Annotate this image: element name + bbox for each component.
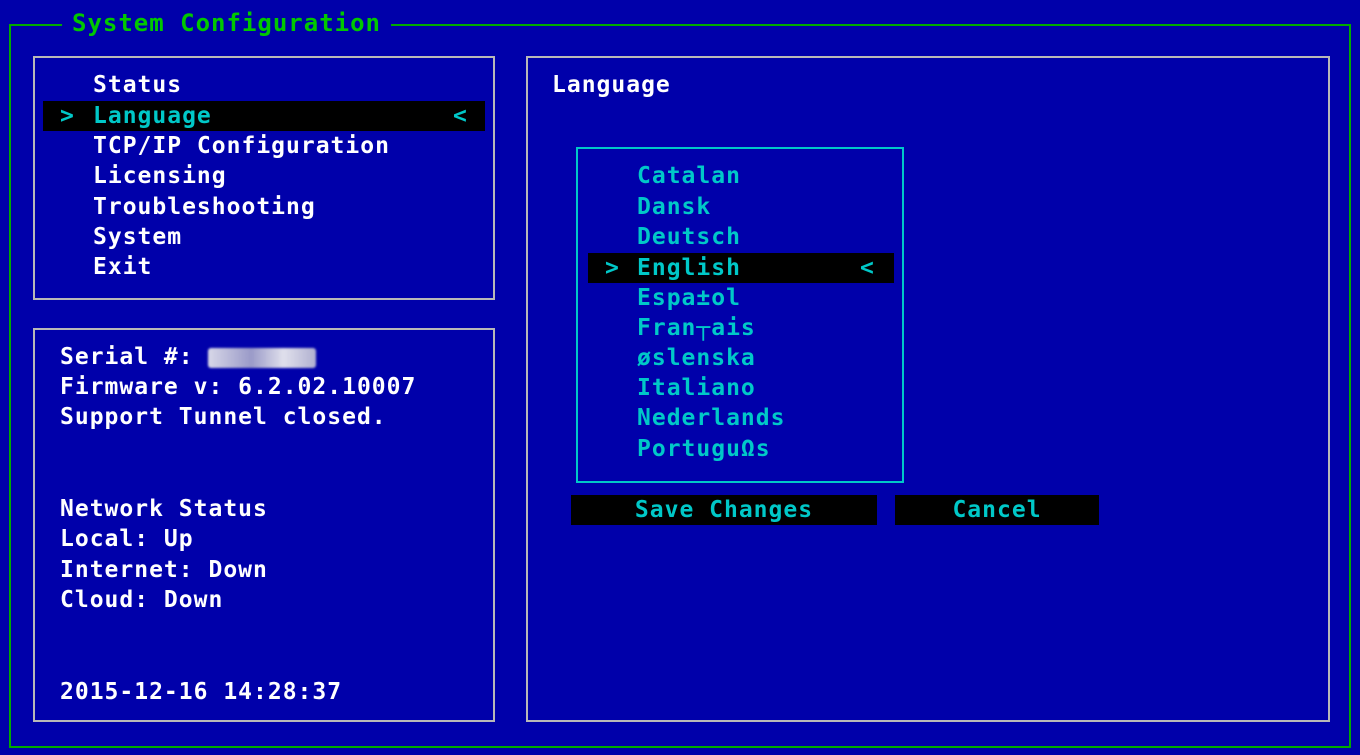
language-option-catalan[interactable]: Catalan (637, 161, 741, 191)
language-option-english[interactable]: > English < (588, 253, 894, 283)
language-option-nederlands[interactable]: Nederlands (637, 403, 785, 433)
serial-label: Serial #: (60, 344, 209, 370)
selection-marker-right: < (453, 103, 467, 129)
menu-item-tcpip[interactable]: TCP/IP Configuration (93, 131, 390, 161)
datetime: 2015-12-16 14:28:37 (60, 679, 343, 705)
language-selection-marker-left: > (605, 255, 619, 281)
menu-item-language[interactable]: > Language < (43, 101, 485, 131)
language-option-english-label: English (637, 255, 741, 281)
serial-number: Serial #: (60, 342, 317, 372)
support-tunnel-status: Support Tunnel closed. (60, 404, 387, 430)
page-title: Language (552, 72, 671, 98)
save-changes-button[interactable]: Save Changes (571, 495, 877, 525)
language-option-deutsch[interactable]: Deutsch (637, 222, 741, 252)
menu-item-exit[interactable]: Exit (93, 252, 152, 282)
selection-marker-left: > (60, 103, 74, 129)
language-option-dansk[interactable]: Dansk (637, 192, 711, 222)
language-option-italiano[interactable]: Italiano (637, 373, 756, 403)
menu-item-system[interactable]: System (93, 222, 182, 252)
cancel-button[interactable]: Cancel (895, 495, 1099, 525)
network-internet-status: Internet: Down (60, 557, 268, 583)
window-title-text: System Configuration (72, 9, 381, 37)
language-option-francais[interactable]: Fran┬ais (637, 313, 756, 343)
firmware-version: Firmware v: 6.2.02.10007 (60, 374, 417, 400)
console-screen: System Configuration Status > Language <… (0, 0, 1360, 755)
menu-item-status[interactable]: Status (93, 70, 182, 100)
window-title: System Configuration (62, 8, 391, 38)
language-option-espanol[interactable]: Espa±ol (637, 283, 741, 313)
menu-item-language-label: Language (93, 103, 212, 129)
network-cloud-status: Cloud: Down (60, 587, 224, 613)
network-local-status: Local: Up (60, 526, 194, 552)
serial-redacted (208, 347, 317, 368)
language-option-islenska[interactable]: øslenska (637, 343, 756, 373)
language-option-portugues[interactable]: PortuguΩs (637, 434, 771, 464)
menu-item-troubleshooting[interactable]: Troubleshooting (93, 192, 316, 222)
network-status-heading: Network Status (60, 496, 268, 522)
menu-item-licensing[interactable]: Licensing (93, 161, 227, 191)
language-selection-marker-right: < (860, 255, 874, 281)
